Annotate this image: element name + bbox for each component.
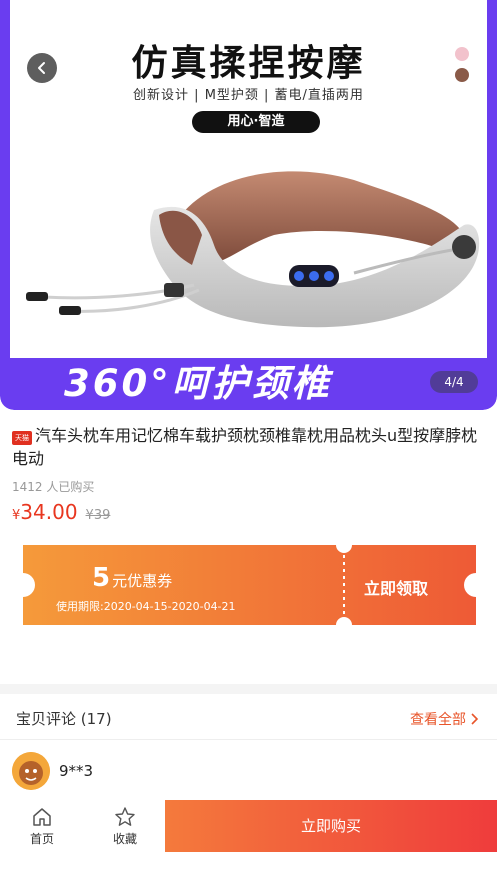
avatar bbox=[12, 752, 50, 790]
image-banner-text: 360°呵护颈椎 bbox=[64, 362, 332, 405]
product-image-carousel[interactable]: 仿真揉捏按摩 创新设计 | M型护颈 | 蓄电/直插两用 用心·智造 360°呵… bbox=[0, 0, 497, 410]
image-tagline-pill: 用心·智造 bbox=[192, 111, 320, 133]
price-value: 34.00 bbox=[20, 500, 78, 524]
product-title-text: 汽车头枕车用记忆棉车载护颈枕颈椎靠枕用品枕头u型按摩脖枕电动 bbox=[12, 426, 478, 468]
home-label: 首页 bbox=[29, 831, 54, 846]
coupon-period: 使用期限:2020-04-15-2020-04-21 bbox=[56, 600, 236, 613]
favorite-label: 收藏 bbox=[112, 831, 137, 846]
sold-count: 1412 人已购买 bbox=[12, 480, 95, 494]
image-subheadline: 创新设计 | M型护颈 | 蓄电/直插两用 bbox=[133, 88, 364, 103]
reviews-header: 宝贝评论 (17) 查看全部 bbox=[0, 694, 497, 740]
claim-coupon-button[interactable]: 立即领取 bbox=[364, 575, 428, 599]
back-arrow-icon bbox=[38, 62, 45, 74]
image-headline: 仿真揉捏按摩 bbox=[131, 43, 366, 84]
view-all-label: 查看全部 bbox=[410, 712, 466, 728]
review-item: 9**3 bbox=[12, 752, 93, 790]
product-image: 仿真揉捏按摩 创新设计 | M型护颈 | 蓄电/直插两用 用心·智造 bbox=[10, 0, 487, 358]
view-all-reviews-link[interactable]: 查看全部 bbox=[410, 709, 479, 729]
favorite-button[interactable]: 收藏 bbox=[95, 800, 155, 852]
coupon-amount-number: 5 bbox=[92, 563, 111, 593]
buy-now-button[interactable]: 立即购买 bbox=[165, 800, 497, 852]
carousel-page-indicator: 4/4 bbox=[430, 371, 478, 393]
home-icon bbox=[33, 807, 51, 826]
product-title: 天猫 汽车头枕车用记忆棉车载护颈枕颈椎靠枕用品枕头u型按摩脖枕电动 bbox=[12, 424, 487, 470]
neck-pillow-illustration bbox=[26, 171, 480, 328]
bottom-action-bar: 首页 收藏 立即购买 bbox=[0, 800, 497, 852]
chevron-right-icon bbox=[471, 713, 479, 725]
tmall-badge-icon: 天猫 bbox=[12, 431, 32, 445]
image-banner: 360°呵护颈椎 bbox=[0, 358, 497, 410]
reviews-title: 宝贝评论 (17) bbox=[16, 710, 112, 728]
coupon-amount-suffix: 元优惠券 bbox=[112, 572, 173, 590]
reviewer-name: 9**3 bbox=[59, 762, 94, 780]
current-price: ¥34.00 bbox=[12, 500, 78, 524]
original-price: ¥39 bbox=[85, 508, 111, 523]
section-divider bbox=[0, 684, 497, 694]
back-button[interactable] bbox=[27, 53, 57, 83]
price-row: ¥34.00 ¥39 bbox=[12, 500, 110, 524]
coupon-amount: 5 元优惠券 bbox=[92, 563, 172, 593]
star-icon bbox=[115, 806, 135, 826]
color-swatch-brown bbox=[455, 68, 469, 82]
home-button[interactable]: 首页 bbox=[12, 800, 72, 852]
color-swatch-pink bbox=[455, 47, 469, 61]
